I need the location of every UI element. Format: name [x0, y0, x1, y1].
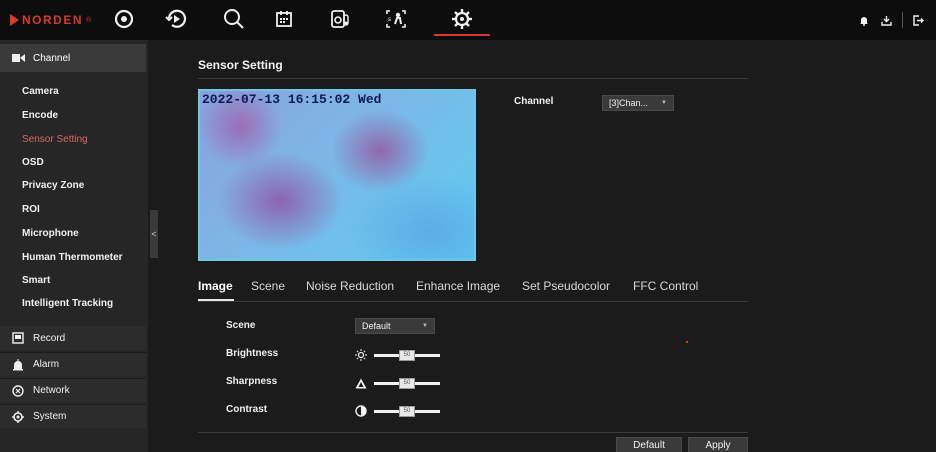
- video-preview: 2022-07-13 16:15:02 Wed: [198, 89, 476, 261]
- sidebar-item-privacy-zone[interactable]: Privacy Zone: [22, 180, 84, 191]
- system-icon: [12, 410, 24, 423]
- contrast-icon: [354, 404, 368, 418]
- search-icon[interactable]: [220, 6, 248, 32]
- scene-select[interactable]: Default ▼: [355, 318, 435, 334]
- sidebar-group-label: Network: [33, 385, 70, 396]
- sidebar-group-label: System: [33, 411, 67, 422]
- contrast-slider-thumb[interactable]: 50: [399, 405, 415, 417]
- channel-select-value: [3]Chan...: [609, 98, 649, 108]
- cursor-marker: [686, 341, 688, 343]
- brand-logo[interactable]: NORDEN ®: [10, 12, 91, 28]
- default-button[interactable]: Default: [616, 437, 682, 452]
- calendar-icon[interactable]: [270, 6, 298, 32]
- playback-icon[interactable]: [162, 6, 190, 32]
- footer-divider: [198, 432, 748, 433]
- logout-icon[interactable]: [911, 13, 925, 27]
- sidebar-item-microphone[interactable]: Microphone: [22, 228, 79, 239]
- sidebar-item-roi[interactable]: ROI: [22, 204, 40, 215]
- scene-select-value: Default: [362, 321, 391, 331]
- sidebar-header-channel[interactable]: Channel: [0, 44, 146, 72]
- ai-analysis-icon[interactable]: s: [382, 6, 410, 32]
- sidebar-group-record[interactable]: Record: [0, 326, 146, 350]
- sidebar-group-label: Alarm: [33, 359, 60, 370]
- brand-registered-mark: ®: [86, 16, 92, 24]
- sharpness-triangle-icon: [354, 376, 368, 390]
- record-icon: [12, 332, 24, 344]
- tab-enhance-image[interactable]: Enhance Image: [416, 279, 500, 293]
- network-icon: [12, 384, 24, 397]
- sidebar-item-smart[interactable]: Smart: [22, 275, 50, 286]
- sidebar-group-alarm[interactable]: Alarm: [0, 352, 146, 376]
- contrast-label: Contrast: [226, 404, 268, 415]
- sidebar-item-camera[interactable]: Camera: [22, 86, 59, 97]
- brightness-slider[interactable]: 50: [374, 349, 440, 361]
- top-bar-divider: [902, 12, 903, 28]
- page-title: Sensor Setting: [198, 58, 283, 72]
- settings-icon[interactable]: [448, 6, 476, 32]
- sidebar-collapse-handle[interactable]: <: [150, 210, 158, 258]
- chevron-down-icon: ▼: [422, 323, 428, 329]
- brightness-slider-thumb[interactable]: 50: [399, 349, 415, 361]
- channel-select[interactable]: [3]Chan... ▼: [602, 95, 674, 111]
- sharpness-label: Sharpness: [226, 376, 278, 387]
- sidebar: Channel Camera Encode Sensor Setting OSD…: [0, 40, 148, 452]
- sidebar-item-human-thermometer[interactable]: Human Thermometer: [22, 252, 123, 263]
- sidebar-item-sensor-setting[interactable]: Sensor Setting: [22, 134, 88, 145]
- live-view-icon[interactable]: [110, 6, 138, 32]
- sharpness-slider-thumb[interactable]: 50: [399, 377, 415, 389]
- tab-scene[interactable]: Scene: [251, 279, 285, 293]
- sharpness-slider[interactable]: 50: [374, 377, 440, 389]
- top-navigation-bar: NORDEN ® s: [0, 0, 936, 40]
- download-icon[interactable]: [879, 13, 893, 27]
- sun-icon: [354, 348, 368, 362]
- brightness-slider-row: 50: [354, 348, 440, 362]
- sidebar-item-encode[interactable]: Encode: [22, 110, 58, 121]
- sidebar-group-network[interactable]: Network: [0, 378, 146, 402]
- brightness-label: Brightness: [226, 348, 279, 359]
- contrast-slider[interactable]: 50: [374, 405, 440, 417]
- apply-button[interactable]: Apply: [688, 437, 748, 452]
- logo-triangle-icon: [10, 14, 19, 26]
- alarm-bell-icon[interactable]: [857, 13, 871, 27]
- preview-timestamp: 2022-07-13 16:15:02 Wed: [202, 92, 382, 107]
- tab-set-pseudocolor[interactable]: Set Pseudocolor: [522, 279, 610, 293]
- active-nav-indicator: [434, 34, 490, 36]
- tab-noise-reduction[interactable]: Noise Reduction: [306, 279, 394, 293]
- sidebar-group-label: Record: [33, 332, 66, 344]
- sidebar-group-system[interactable]: System: [0, 404, 146, 428]
- temperature-icon[interactable]: [326, 6, 354, 32]
- channel-label: Channel: [514, 96, 554, 107]
- contrast-slider-row: 50: [354, 404, 440, 418]
- title-divider: [198, 78, 748, 79]
- chevron-down-icon: ▼: [661, 100, 667, 106]
- tab-image[interactable]: Image: [198, 279, 233, 293]
- sidebar-header-label: Channel: [33, 52, 71, 64]
- scene-label: Scene: [226, 320, 256, 331]
- brand-name: NORDEN: [22, 13, 84, 27]
- svg-text:s: s: [388, 16, 391, 23]
- tab-divider: [198, 301, 748, 302]
- sidebar-item-osd[interactable]: OSD: [22, 157, 44, 168]
- channel-icon: [12, 54, 25, 62]
- alarm-icon: [13, 358, 23, 370]
- sidebar-item-intelligent-tracking[interactable]: Intelligent Tracking: [22, 298, 113, 309]
- sharpness-slider-row: 50: [354, 376, 440, 390]
- tab-ffc-control[interactable]: FFC Control: [633, 279, 698, 293]
